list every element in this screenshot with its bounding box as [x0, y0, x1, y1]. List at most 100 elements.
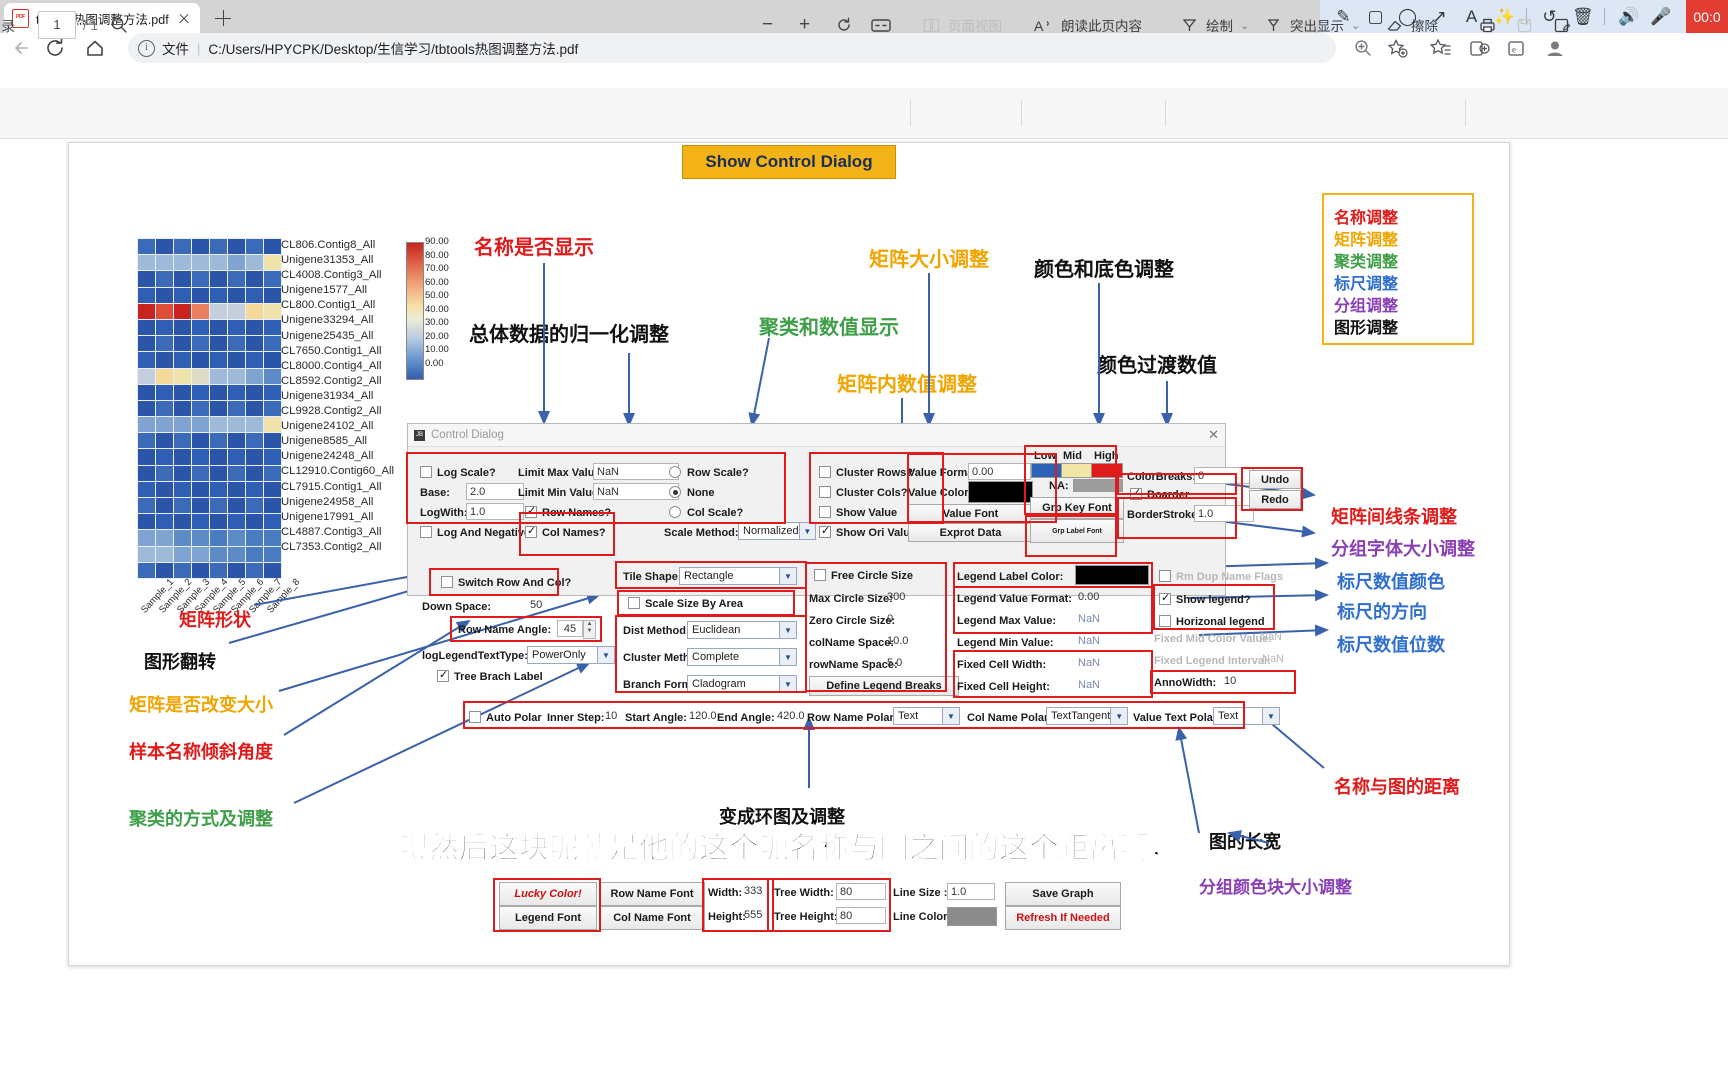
- fit-page-button[interactable]: [870, 0, 892, 50]
- anno-width-input[interactable]: 10: [1221, 673, 1271, 690]
- height-input[interactable]: 555: [741, 907, 769, 924]
- legend-max-value-input[interactable]: NaN: [1075, 611, 1147, 628]
- row-names-checkbox[interactable]: [525, 504, 537, 518]
- colname-space-input[interactable]: 10.0: [884, 633, 944, 650]
- zoom-out-button[interactable]: −: [762, 0, 773, 50]
- start-angle-input[interactable]: 120.0: [686, 708, 718, 725]
- na-color-swatch[interactable]: [1073, 479, 1123, 492]
- microphone-icon[interactable]: 🎤: [1650, 7, 1671, 26]
- chevron-down-icon[interactable]: ▼: [779, 676, 796, 692]
- contents-button[interactable]: 目录: [0, 0, 15, 50]
- rm-dup-name-flags-checkbox[interactable]: [1159, 570, 1171, 582]
- log-and-negative-checkbox[interactable]: [420, 526, 432, 538]
- rowname-space-input[interactable]: 5.0: [884, 655, 944, 672]
- value-text-polar-select[interactable]: Text ▼: [1213, 707, 1280, 725]
- chevron-down-icon[interactable]: ▼: [1110, 708, 1127, 724]
- cluster-rows-checkbox[interactable]: [819, 466, 831, 478]
- gradient-high-swatch[interactable]: [1091, 463, 1123, 478]
- fixed-mid-color-value-input[interactable]: NaN: [1257, 629, 1297, 646]
- page-view-button[interactable]: 页面视图: [922, 0, 1002, 50]
- speaker-icon[interactable]: 🔊: [1618, 7, 1639, 26]
- free-circle-size-checkbox[interactable]: [814, 569, 826, 581]
- new-tab-button[interactable]: [212, 7, 234, 29]
- tile-shape-select[interactable]: Rectangle ▼: [679, 567, 797, 585]
- lucky-color-button[interactable]: Lucky Color!: [499, 882, 597, 906]
- chevron-down-icon[interactable]: ▼: [779, 622, 796, 638]
- fixed-cell-height-input[interactable]: NaN: [1075, 677, 1147, 694]
- branch-form-select[interactable]: Cladogram ▼: [687, 675, 797, 693]
- legend-value-format-input[interactable]: 0.00: [1075, 589, 1147, 606]
- close-icon[interactable]: ✕: [1208, 427, 1219, 443]
- limit-max-input[interactable]: NaN: [593, 463, 679, 480]
- chevron-down-icon[interactable]: ⌄: [1240, 19, 1249, 32]
- value-font-button[interactable]: Value Font: [908, 504, 1033, 523]
- logwith-input[interactable]: 1.0: [466, 503, 524, 520]
- dist-method-select[interactable]: Euclidean ▼: [687, 621, 797, 639]
- row-name-angle-input[interactable]: 45: [557, 620, 583, 637]
- rectangle-icon[interactable]: ▢: [1366, 7, 1385, 26]
- chevron-down-icon[interactable]: ▼: [942, 708, 959, 724]
- show-control-dialog-button[interactable]: Show Control Dialog: [682, 145, 896, 179]
- legend-label-color-swatch[interactable]: [1075, 565, 1149, 585]
- export-data-button[interactable]: Exprot Data: [908, 523, 1033, 542]
- save-button[interactable]: [1515, 0, 1534, 50]
- down-space-input[interactable]: 50: [527, 597, 632, 614]
- chevron-down-icon[interactable]: ⌄: [1351, 19, 1360, 32]
- col-scale-radio[interactable]: [669, 506, 681, 518]
- row-name-font-button[interactable]: Row Name Font: [599, 882, 705, 906]
- tree-brach-label-checkbox[interactable]: [437, 668, 449, 682]
- define-legend-breaks-button[interactable]: Define Legend Breaks: [809, 676, 959, 696]
- print-button[interactable]: [1478, 0, 1497, 50]
- line-size-input[interactable]: 1.0: [947, 883, 995, 900]
- switch-row-col-checkbox[interactable]: [441, 576, 453, 588]
- chevron-down-icon[interactable]: ▼: [1262, 708, 1279, 724]
- chevron-down-icon[interactable]: ▼: [779, 649, 796, 665]
- end-angle-input[interactable]: 420.0: [774, 708, 806, 725]
- line-color-swatch[interactable]: [947, 907, 997, 926]
- width-input[interactable]: 333: [741, 883, 769, 900]
- scale-method-select[interactable]: Normalized ▼: [738, 522, 816, 540]
- value-format-input[interactable]: 0.00: [968, 463, 1031, 480]
- col-name-font-button[interactable]: Col Name Font: [599, 906, 705, 930]
- legend-font-button[interactable]: Legend Font: [499, 906, 597, 930]
- grp-label-font-button[interactable]: Grp Label Font: [1030, 519, 1124, 543]
- borderstroke-input[interactable]: 1.0: [1194, 505, 1254, 522]
- undo-button[interactable]: Undo: [1249, 470, 1301, 489]
- chevron-down-icon[interactable]: ▼: [597, 647, 614, 663]
- draw-button[interactable]: 绘制 ⌄: [1180, 0, 1249, 50]
- redo-button[interactable]: Redo: [1249, 490, 1301, 509]
- search-button[interactable]: [110, 0, 128, 50]
- tree-width-input[interactable]: 80: [836, 883, 886, 900]
- none-scale-radio[interactable]: [669, 486, 681, 498]
- show-ori-value-checkbox[interactable]: [819, 524, 831, 538]
- close-tab-icon[interactable]: [176, 10, 192, 26]
- chevron-down-icon[interactable]: ▼: [779, 568, 796, 584]
- legend-min-value-input[interactable]: NaN: [1075, 633, 1147, 650]
- address-bar[interactable]: 文件 | C:/Users/HPYCPK/Desktop/生信学习/tbtool…: [128, 33, 1336, 63]
- loglegend-texttype-select[interactable]: PowerOnly ▼: [527, 646, 615, 664]
- info-icon[interactable]: [138, 39, 155, 57]
- col-name-polar-select[interactable]: TextTangent ▼: [1046, 707, 1128, 725]
- boarder-checkbox[interactable]: [1130, 486, 1142, 500]
- erase-button[interactable]: 擦除: [1385, 0, 1438, 50]
- cluster-method-select[interactable]: Complete ▼: [687, 648, 797, 666]
- auto-polar-checkbox[interactable]: [469, 711, 481, 723]
- zoom-in-button[interactable]: +: [799, 0, 810, 50]
- base-input[interactable]: 2.0: [466, 483, 524, 500]
- row-scale-radio[interactable]: [669, 466, 681, 478]
- page-input[interactable]: 1: [38, 11, 76, 39]
- inner-step-input[interactable]: 10: [602, 708, 626, 725]
- limit-min-input[interactable]: NaN: [593, 483, 679, 500]
- row-name-angle-stepper[interactable]: ▲ ▼: [583, 620, 596, 639]
- scale-size-by-area-checkbox[interactable]: [628, 597, 640, 609]
- browser-tab[interactable]: tbtools热图调整方法.pdf: [4, 3, 200, 33]
- colorbreaks-input[interactable]: 0: [1194, 467, 1254, 484]
- log-scale-checkbox[interactable]: [420, 466, 432, 478]
- tree-height-input[interactable]: 80: [836, 907, 886, 924]
- row-name-polar-select[interactable]: Text ▼: [893, 707, 960, 725]
- col-names-checkbox[interactable]: [525, 524, 537, 538]
- read-aloud-button[interactable]: A 朗读此页内容: [1034, 0, 1142, 50]
- highlight-button[interactable]: 突出显示 ⌄: [1264, 0, 1360, 50]
- horizonal-legend-checkbox[interactable]: [1159, 615, 1171, 627]
- show-legend-checkbox[interactable]: [1159, 591, 1171, 605]
